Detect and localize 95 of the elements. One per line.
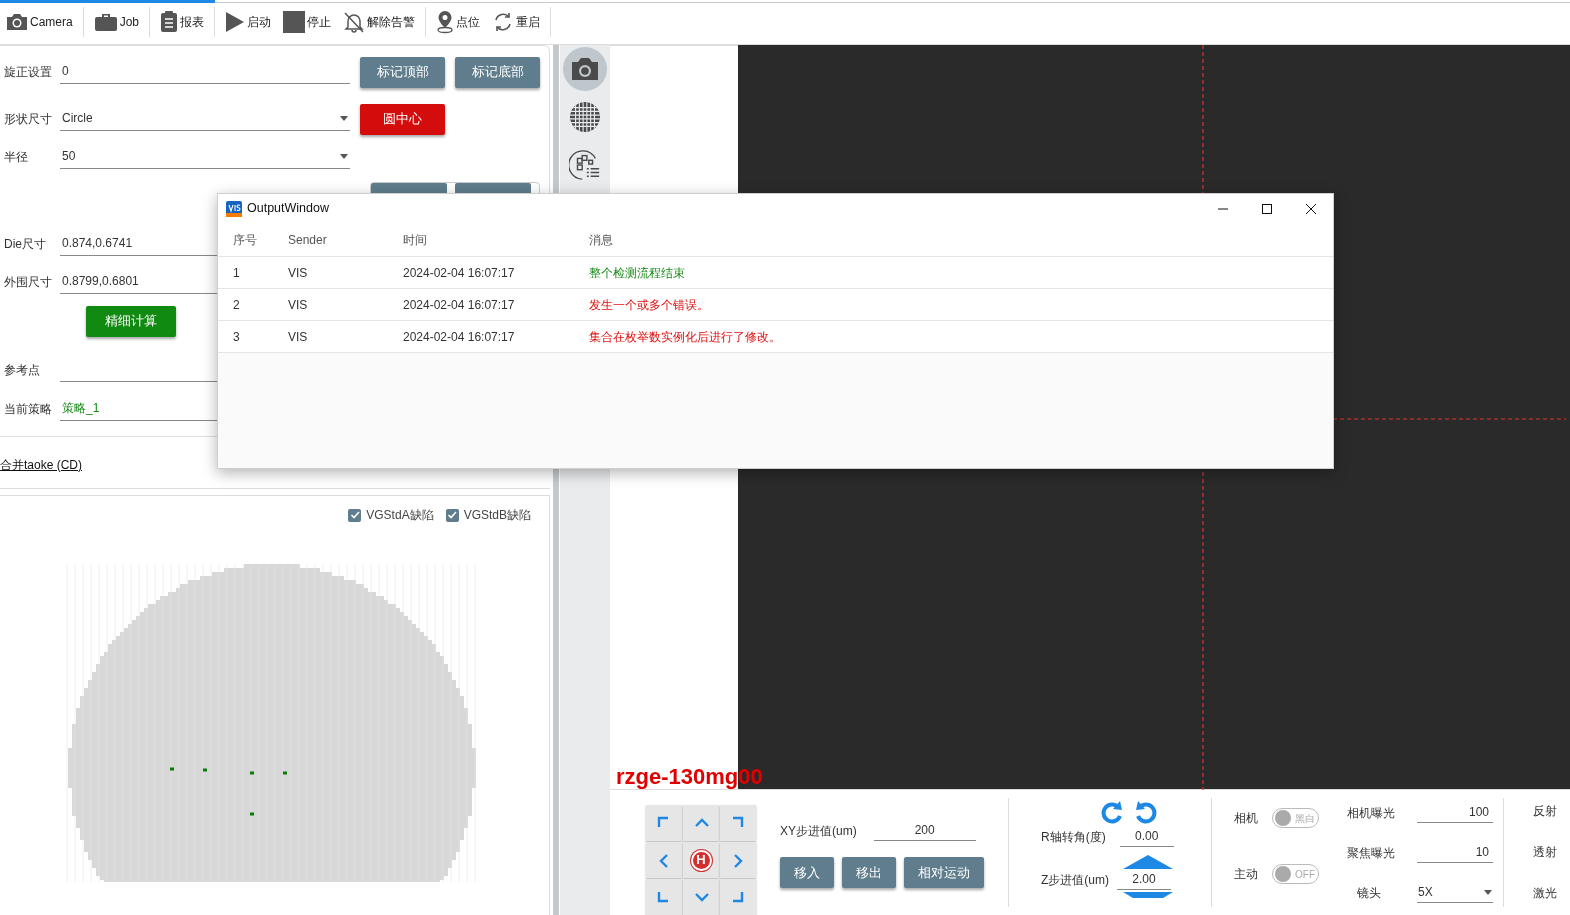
jog-button[interactable]: [720, 805, 756, 841]
triangle-down-button[interactable]: [1123, 892, 1173, 898]
rotate-clockwise-icon[interactable]: [1099, 800, 1125, 826]
caret-icon: [340, 153, 348, 159]
camera-icon: [6, 12, 28, 32]
toolbar-button[interactable]: 启动: [219, 5, 278, 39]
jog-button[interactable]: [683, 805, 719, 841]
toolbar-button[interactable]: 重启: [486, 5, 547, 39]
table-cell-text: 2024-02-04 16:07:17: [402, 264, 516, 282]
wafer-list-icon: [569, 148, 601, 182]
light-label: 透射: [1533, 844, 1557, 861]
caret-icon: [1484, 889, 1492, 895]
dropdown[interactable]: 5X: [1417, 882, 1493, 903]
column-header: 序号: [232, 231, 258, 249]
camera-icon: [570, 56, 600, 82]
field-label: 聚焦曝光: [1347, 844, 1396, 862]
location-pin-icon: [436, 10, 455, 34]
checkbox-label: VGStdA缺陷: [366, 507, 434, 524]
field-label: Z步进值(um): [1041, 871, 1109, 889]
field-label: 旋正设置: [3, 64, 53, 81]
mark-button[interactable]: 标记底部: [455, 56, 540, 88]
column-header: 消息: [589, 231, 614, 249]
input-field[interactable]: 100: [1417, 802, 1493, 823]
field-label: R轴转角(度): [1041, 828, 1106, 846]
tool-button[interactable]: [563, 47, 607, 91]
bell-off-icon: [343, 11, 366, 33]
toggle-label: 相机: [1234, 810, 1258, 827]
home-button[interactable]: H: [690, 849, 712, 871]
caret-icon: [340, 115, 348, 121]
jog-button[interactable]: [683, 879, 719, 915]
close-icon: [1305, 202, 1317, 215]
briefcase-icon: [93, 12, 118, 32]
jog-button[interactable]: [720, 879, 756, 915]
light-label: 反射: [1533, 803, 1557, 820]
input-field[interactable]: 10: [1417, 842, 1493, 863]
jog-button[interactable]: [646, 842, 682, 878]
center-button[interactable]: 圆中心: [360, 103, 445, 135]
checkbox[interactable]: [445, 508, 459, 522]
column-header: 时间: [402, 231, 428, 249]
dropdown-value: 50: [62, 148, 76, 165]
window-title: OutputWindow: [247, 200, 330, 218]
toggle-label: 主动: [1234, 866, 1258, 883]
table-cell-text: 3: [232, 328, 241, 346]
stop-icon: [283, 11, 306, 33]
column-header: Sender: [288, 231, 328, 249]
dropdown[interactable]: 50: [60, 145, 350, 169]
triangle-up-button[interactable]: [1123, 855, 1173, 869]
table-cell-text: 2024-02-04 16:07:17: [402, 328, 516, 346]
mark-button[interactable]: 标记顶部: [360, 56, 445, 88]
field-label: 半径: [3, 149, 29, 166]
field-label: 参考点: [3, 362, 41, 379]
field-label: 外围尺寸: [3, 274, 53, 291]
table-cell-text: VIS: [288, 296, 309, 314]
toolbar-button[interactable]: Camera: [0, 5, 79, 39]
rotate-counterclockwise-icon[interactable]: [1133, 800, 1159, 826]
clipboard-icon: [160, 11, 179, 33]
table-cell-text: 2024-02-04 16:07:17: [402, 296, 516, 314]
maximize-icon: [1261, 202, 1273, 215]
input-field[interactable]: 200: [873, 820, 976, 841]
jog-button[interactable]: [646, 805, 682, 841]
table-cell-text: 发生一个或多个错误。: [589, 296, 710, 314]
field-label: Die尺寸: [3, 236, 47, 253]
jog-button[interactable]: [720, 842, 756, 878]
motion-button[interactable]: 相对运动: [904, 857, 984, 888]
merge-link[interactable]: 合并taoke (CD): [0, 455, 82, 474]
toolbar-button[interactable]: Job: [87, 5, 146, 39]
app-icon: [226, 200, 242, 217]
table-cell-text: VIS: [288, 328, 309, 346]
dropdown-value: Circle: [62, 110, 93, 127]
toolbar-button[interactable]: 点位: [430, 5, 487, 39]
grid-circle-icon: [569, 100, 601, 134]
play-icon: [225, 11, 246, 33]
motion-button[interactable]: 移出: [842, 857, 896, 888]
table-cell-text: 集合在枚举数实例化后进行了修改。: [589, 328, 782, 346]
jog-button[interactable]: [646, 879, 682, 915]
field-label: 镜头: [1356, 884, 1382, 902]
field-label: 相机曝光: [1347, 804, 1396, 822]
toolbar-button[interactable]: 停止: [277, 5, 338, 39]
motion-button[interactable]: 移入: [780, 857, 834, 888]
table-cell-text: 整个检测流程结束: [589, 264, 686, 282]
field-label: 形状尺寸: [3, 111, 53, 128]
dropdown[interactable]: Circle: [60, 107, 350, 131]
checkbox-label: VGStdB缺陷: [463, 507, 531, 524]
toolbar-button[interactable]: 报表: [154, 5, 211, 39]
input-field[interactable]: 2.00: [1117, 869, 1171, 890]
field-label: XY步进值(um): [780, 822, 857, 840]
dropdown-value: 5X: [1418, 884, 1433, 901]
light-label: 激光: [1533, 885, 1557, 902]
checkbox[interactable]: [348, 508, 362, 522]
calculate-button[interactable]: 精细计算: [86, 305, 176, 337]
input-field[interactable]: 0: [60, 60, 350, 84]
table-cell-text: 2: [232, 296, 241, 314]
input-field[interactable]: 0.00: [1119, 826, 1174, 847]
field-label: 当前策略: [3, 401, 53, 418]
toolbar-button[interactable]: 解除告警: [337, 5, 422, 39]
